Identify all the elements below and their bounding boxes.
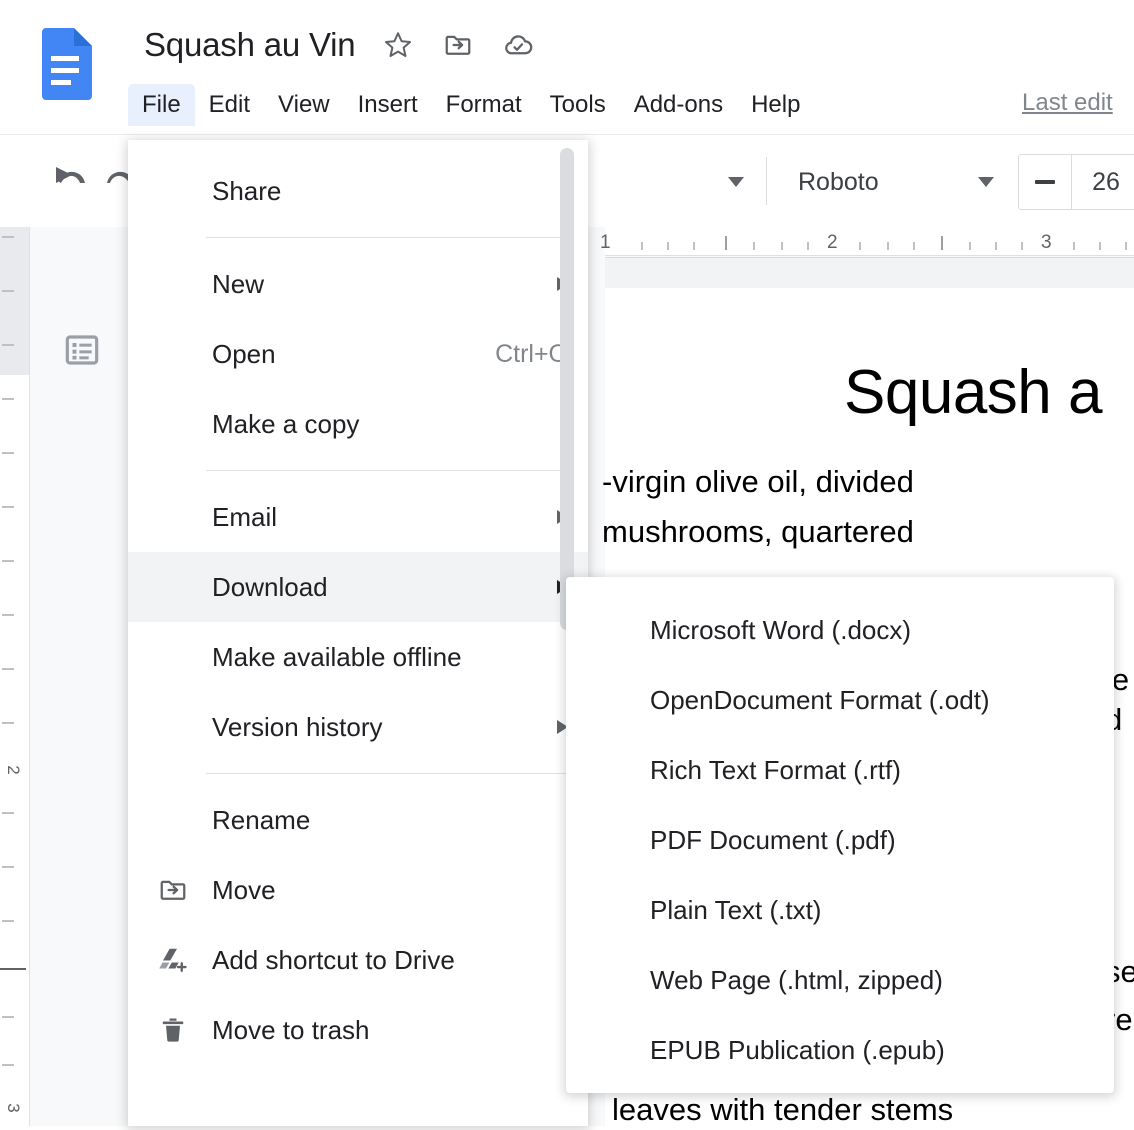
- font-family-chevron-down-icon[interactable]: [972, 171, 1000, 191]
- file-menu-item-make-available-offline[interactable]: Make available offline: [128, 622, 588, 692]
- title-row: Squash au Vin: [144, 22, 535, 68]
- file-menu-item-new[interactable]: New: [128, 249, 588, 319]
- document-title[interactable]: Squash au Vin: [144, 22, 356, 68]
- menu-divider: [206, 773, 568, 774]
- move-to-folder-icon: [156, 873, 190, 907]
- menu-divider: [206, 237, 568, 238]
- page-top-margin-band: [605, 257, 1134, 289]
- menu-item-label: Plain Text (.txt): [650, 895, 822, 925]
- move-to-folder-icon[interactable]: [441, 28, 475, 62]
- file-menu-item-rename[interactable]: Rename: [128, 785, 588, 855]
- vertical-ruler[interactable]: 2 3: [0, 226, 30, 1126]
- toolbar-divider: [766, 157, 767, 205]
- file-menu-item-make-a-copy[interactable]: Make a copy: [128, 389, 588, 459]
- font-size-stepper: 26: [1018, 154, 1134, 210]
- font-size-input[interactable]: 26: [1072, 155, 1134, 209]
- vertical-ruler-number: 3: [4, 1103, 23, 1113]
- document-outline-icon[interactable]: [62, 330, 102, 370]
- download-item-pdf[interactable]: PDF Document (.pdf): [566, 805, 1114, 875]
- menu-item-label: EPUB Publication (.epub): [650, 1035, 945, 1065]
- google-docs-logo-icon[interactable]: [38, 28, 92, 100]
- download-item-txt[interactable]: Plain Text (.txt): [566, 875, 1114, 945]
- horizontal-ruler[interactable]: 1 2 3: [600, 226, 1134, 256]
- menu-format[interactable]: Format: [432, 84, 536, 126]
- minus-icon: [1035, 180, 1055, 184]
- menu-item-label: Rename: [212, 805, 311, 835]
- menu-item-label: Web Page (.html, zipped): [650, 965, 943, 995]
- download-item-rtf[interactable]: Rich Text Format (.rtf): [566, 735, 1114, 805]
- menu-item-label: Rich Text Format (.rtf): [650, 755, 901, 785]
- menu-item-shortcut: Ctrl+O: [495, 339, 568, 368]
- file-menu-item-add-shortcut-to-drive[interactable]: Add shortcut to Drive: [128, 925, 588, 995]
- drive-add-icon: [156, 943, 190, 977]
- menu-edit[interactable]: Edit: [195, 84, 264, 126]
- menu-item-label: Version history: [212, 712, 383, 742]
- horizontal-ruler-number: 1: [600, 232, 611, 253]
- menu-item-label: PDF Document (.pdf): [650, 825, 896, 855]
- menu-tools[interactable]: Tools: [536, 84, 620, 126]
- file-menu-item-version-history[interactable]: Version history: [128, 692, 588, 762]
- menu-bar: File Edit View Insert Format Tools Add-o…: [128, 84, 814, 126]
- horizontal-ruler-number: 2: [827, 232, 838, 253]
- download-item-html[interactable]: Web Page (.html, zipped): [566, 945, 1114, 1015]
- file-menu-dropdown: Share New Open Ctrl+O Make a copy Email …: [128, 140, 588, 1126]
- menu-item-label: New: [212, 269, 265, 299]
- menu-insert[interactable]: Insert: [344, 84, 432, 126]
- menu-item-label: OpenDocument Format (.odt): [650, 685, 990, 715]
- download-item-odt[interactable]: OpenDocument Format (.odt): [566, 665, 1114, 735]
- trash-icon: [156, 1013, 190, 1047]
- menu-addons[interactable]: Add-ons: [620, 84, 737, 126]
- menu-item-label: Share: [212, 176, 282, 206]
- file-menu-item-email[interactable]: Email: [128, 482, 588, 552]
- menu-item-label: Add shortcut to Drive: [212, 945, 455, 975]
- menu-item-label: Microsoft Word (.docx): [650, 615, 912, 645]
- vertical-ruler-number: 2: [4, 765, 23, 775]
- menu-item-label: Make available offline: [212, 642, 462, 672]
- menu-item-label: Email: [212, 502, 278, 532]
- download-item-docx[interactable]: Microsoft Word (.docx): [566, 595, 1114, 665]
- undo-icon[interactable]: [44, 161, 88, 201]
- paragraph-style-chevron-down-icon[interactable]: [722, 171, 750, 191]
- menu-item-label: Make a copy: [212, 409, 360, 439]
- menu-help[interactable]: Help: [737, 84, 814, 126]
- file-menu-item-move[interactable]: Move: [128, 855, 588, 925]
- menu-view[interactable]: View: [264, 84, 344, 126]
- download-submenu: Microsoft Word (.docx) OpenDocument Form…: [566, 577, 1114, 1093]
- menu-item-label: Download: [212, 572, 328, 602]
- star-outline-icon[interactable]: [381, 28, 415, 62]
- menu-item-label: Open: [212, 339, 276, 369]
- menu-divider: [206, 470, 568, 471]
- vertical-ruler-margin-shade: [0, 226, 29, 375]
- menu-item-label: Move: [212, 875, 276, 905]
- file-menu-item-download[interactable]: Download: [128, 552, 588, 622]
- horizontal-ruler-number: 3: [1041, 232, 1052, 253]
- file-menu-item-share[interactable]: Share: [128, 156, 588, 226]
- font-family-value[interactable]: Roboto: [798, 165, 879, 199]
- font-size-decrease-button[interactable]: [1019, 155, 1072, 209]
- file-menu-scrollbar-thumb[interactable]: [560, 148, 574, 630]
- google-docs-window: Squash au Vin File Edit View Insert Form…: [0, 0, 1134, 1127]
- header: Squash au Vin File Edit View Insert Form…: [0, 0, 1134, 134]
- last-edit-link[interactable]: Last edit: [1022, 86, 1113, 120]
- file-menu-item-open[interactable]: Open Ctrl+O: [128, 319, 588, 389]
- cloud-saved-icon[interactable]: [501, 28, 535, 62]
- download-item-epub[interactable]: EPUB Publication (.epub): [566, 1015, 1114, 1085]
- menu-item-label: Move to trash: [212, 1015, 370, 1045]
- menu-file[interactable]: File: [128, 84, 195, 126]
- file-menu-item-move-to-trash[interactable]: Move to trash: [128, 995, 588, 1065]
